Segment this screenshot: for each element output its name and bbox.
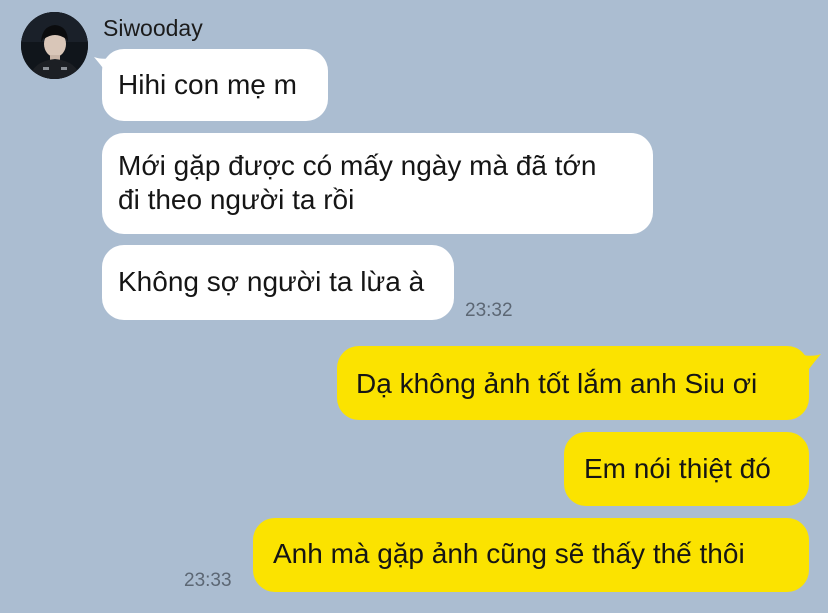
- incoming-message-2[interactable]: Mới gặp được có mấy ngày mà đã tớn đi th…: [102, 133, 653, 234]
- message-timestamp: 23:33: [184, 570, 232, 591]
- outgoing-message-1[interactable]: Dạ không ảnh tốt lắm anh Siu ơi: [337, 346, 809, 420]
- message-text: Em nói thiệt đó: [584, 453, 771, 484]
- sender-name: Siwooday: [103, 15, 203, 41]
- message-text-line-2: đi theo người ta rồi: [118, 184, 355, 215]
- outgoing-message-2[interactable]: Em nói thiệt đó: [564, 432, 809, 506]
- incoming-message-3[interactable]: Không sợ người ta lừa à: [102, 245, 454, 320]
- outgoing-message-3[interactable]: Anh mà gặp ảnh cũng sẽ thấy thế thôi: [253, 518, 809, 592]
- sender-avatar[interactable]: [21, 12, 88, 79]
- incoming-message-1[interactable]: Hihi con mẹ m: [102, 49, 328, 121]
- message-text: Anh mà gặp ảnh cũng sẽ thấy thế thôi: [273, 538, 745, 569]
- message-text: Hihi con mẹ m: [118, 69, 297, 100]
- message-timestamp: 23:32: [465, 300, 513, 321]
- message-text-line-1: Mới gặp được có mấy ngày mà đã tớn: [118, 150, 597, 181]
- avatar-photo: [21, 12, 88, 79]
- message-text: Không sợ người ta lừa à: [118, 266, 425, 297]
- message-text: Dạ không ảnh tốt lắm anh Siu ơi: [356, 368, 758, 399]
